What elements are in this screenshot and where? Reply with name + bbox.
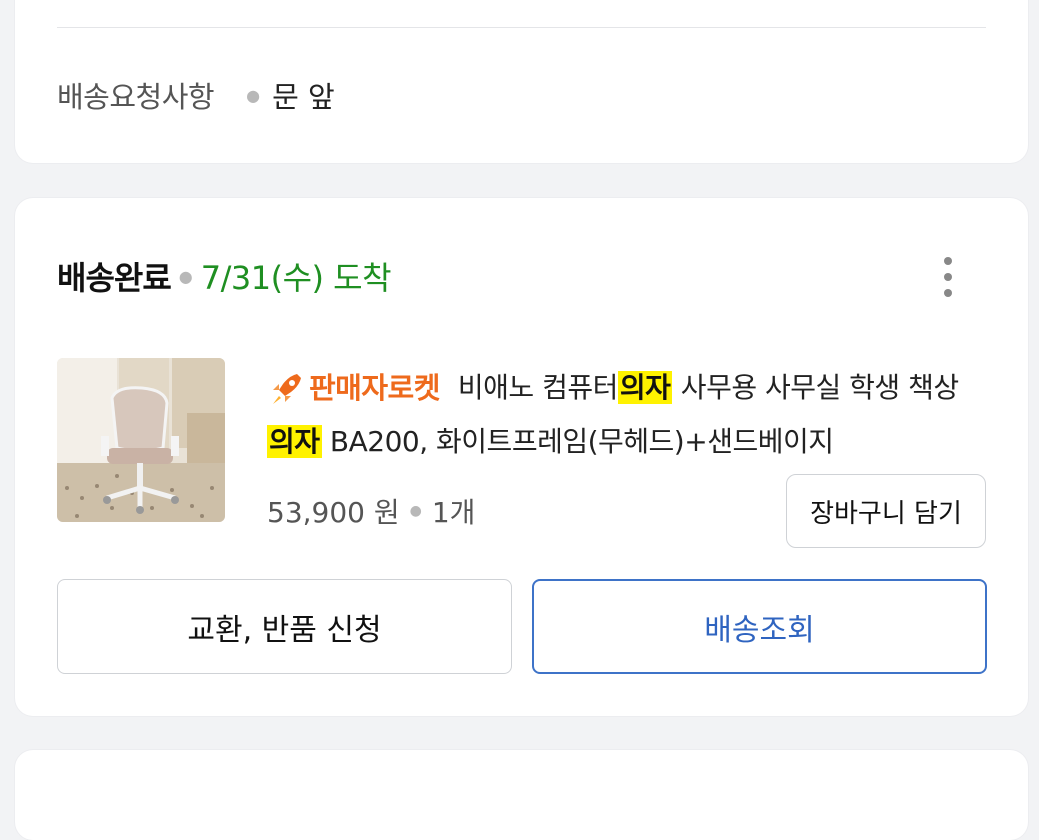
track-delivery-button[interactable]: 배송조회: [532, 579, 987, 674]
seller-rocket-badge: 판매자로켓: [267, 361, 440, 415]
title-part: 사무용 사무실 학생 책상: [672, 371, 959, 404]
more-options-icon[interactable]: [928, 255, 968, 299]
seller-rocket-label: 판매자로켓: [309, 371, 440, 405]
delivery-request-card: 배송요청사항 ● 문 앞: [15, 0, 1028, 163]
next-order-card: [15, 750, 1028, 840]
title-part: BA200, 화이트프레임(무헤드)+샌드베이지: [321, 425, 834, 458]
arrival-date: 7/31(수) 도착: [200, 259, 392, 297]
separator-dot: ●: [178, 266, 193, 286]
delivery-request-row: 배송요청사항 ● 문 앞: [57, 74, 335, 116]
delivery-status: 배송완료: [57, 259, 172, 297]
product-title[interactable]: 판매자로켓 비애노 컴퓨터의자 사무용 사무실 학생 책상 의자 BA200, …: [267, 361, 992, 469]
title-highlight: 의자: [267, 425, 322, 458]
rocket-icon: [273, 374, 301, 404]
price: 53,900 원: [267, 496, 400, 529]
product-thumbnail[interactable]: [57, 358, 225, 522]
delivery-request-value: 문 앞: [272, 80, 335, 114]
delivery-status-row: 배송완료 ● 7/31(수) 도착: [57, 253, 392, 299]
divider: [57, 27, 986, 28]
title-part: 비애노 컴퓨터: [457, 371, 618, 404]
quantity: 1개: [431, 496, 476, 529]
add-to-cart-button[interactable]: 장바구니 담기: [786, 474, 986, 548]
title-highlight: 의자: [617, 371, 673, 404]
separator-dot: ●: [409, 503, 422, 519]
order-card: 배송완료 ● 7/31(수) 도착 판매자로켓 비애노 컴퓨터의자 사무용 사무…: [15, 198, 1028, 716]
price-row: 53,900 원 ● 1개: [267, 491, 475, 531]
separator-dot: ●: [246, 85, 261, 105]
exchange-return-button[interactable]: 교환, 반품 신청: [57, 579, 512, 674]
delivery-request-label: 배송요청사항: [57, 80, 215, 114]
